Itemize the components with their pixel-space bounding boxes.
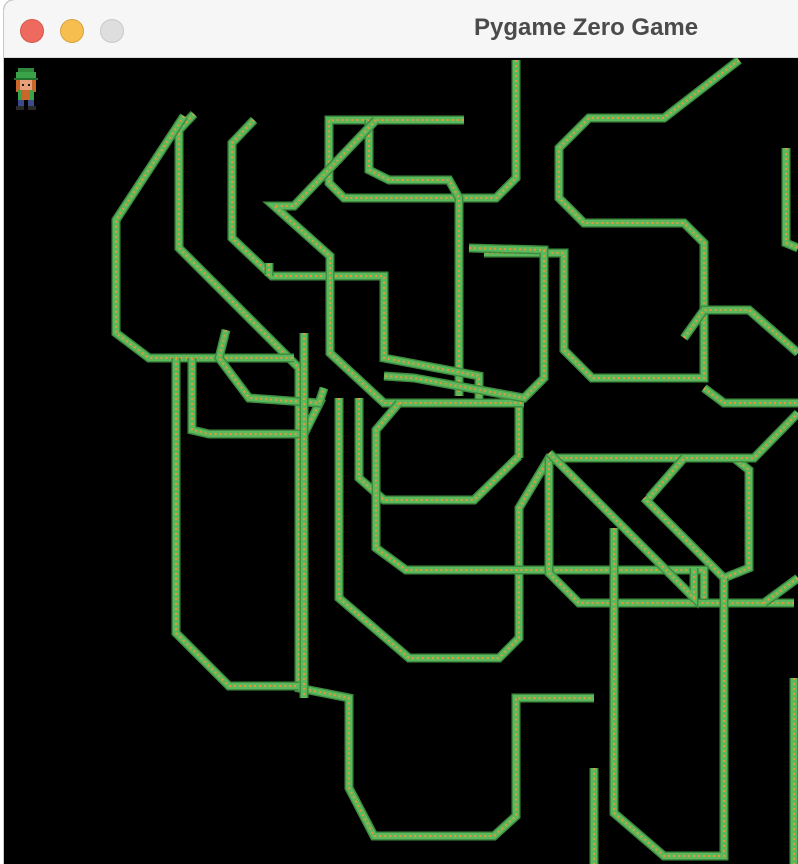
trail-segment — [176, 111, 594, 839]
trail-segment — [336, 398, 752, 661]
trail-segment-edge — [334, 398, 754, 663]
trail-spark — [115, 115, 294, 359]
trail-segment — [783, 148, 798, 251]
trail-spark — [338, 398, 750, 659]
game-canvas[interactable] — [4, 58, 798, 864]
player-elf-icon — [10, 66, 42, 110]
trail-spark — [178, 113, 594, 837]
minimize-window-button[interactable] — [60, 19, 84, 43]
window-title: Pygame Zero Game — [474, 14, 699, 41]
trail-segment — [113, 114, 294, 361]
trail-segment-edge — [174, 110, 594, 841]
title-bar: Pygame Zero Game — [4, 0, 798, 58]
trail-segment-edge — [354, 398, 523, 505]
trail-paths — [111, 58, 798, 864]
trail-segment-edge — [111, 113, 294, 363]
game-window: Pygame Zero Game — [4, 0, 798, 864]
zoom-window-button[interactable] — [100, 19, 124, 43]
trail-drawing — [111, 58, 798, 864]
trail-segment-edge — [484, 58, 742, 383]
close-window-button[interactable] — [20, 19, 44, 43]
trail-segment — [702, 385, 798, 406]
